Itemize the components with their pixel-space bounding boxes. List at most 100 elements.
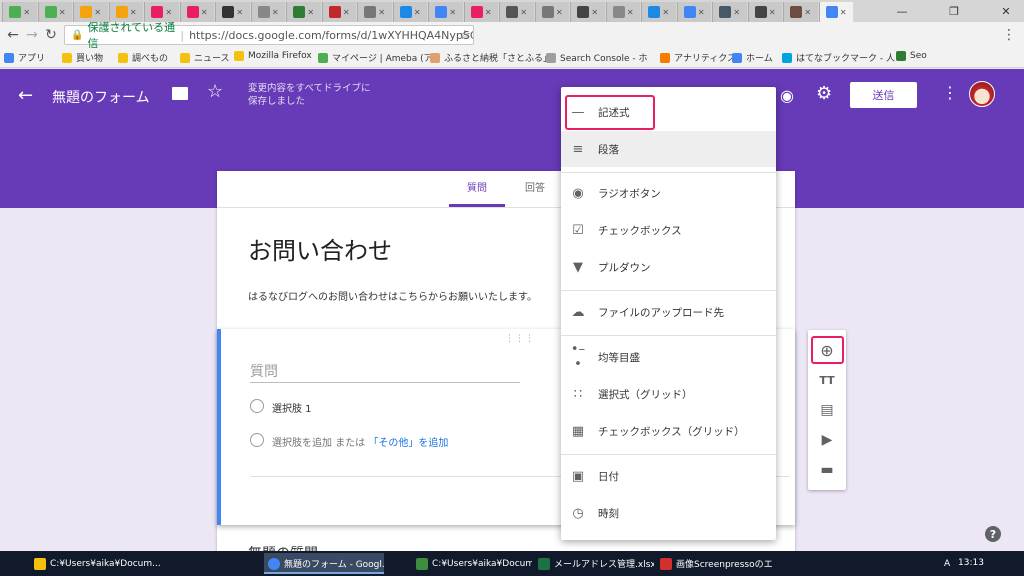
close-window-button[interactable]: ✕ [989,0,1023,22]
add-image-icon[interactable]: ▤ [808,395,846,425]
browser-tab[interactable]: ✕ [676,2,711,22]
taskbar-item-chrome[interactable]: 無題のフォーム - Googl... [264,553,384,574]
browser-tab[interactable]: ✕ [2,2,37,22]
menu-item-checkbox[interactable]: ☑ チェックボックス [561,212,776,248]
tab-close-icon[interactable]: ✕ [556,8,563,17]
question-title-input[interactable]: 質問 [250,361,520,383]
tab-close-icon[interactable]: ✕ [165,8,172,17]
bookmark-star-icon[interactable]: ☆ [456,26,474,44]
tab-close-icon[interactable]: ✕ [449,8,456,17]
back-arrow-icon[interactable]: ← [4,26,22,44]
tab-close-icon[interactable]: ✕ [627,8,634,17]
bookmark-shopping[interactable]: 買い物 [62,51,103,64]
forward-arrow-icon[interactable]: → [23,26,41,44]
tab-close-icon[interactable]: ✕ [698,8,705,17]
taskbar-item-screenpresso[interactable]: 画像Screenpressoのエ... [656,553,772,574]
option-1[interactable]: 選択肢 1 [272,400,312,415]
tab-questions[interactable]: 質問 [449,179,505,194]
tab-close-icon[interactable]: ✕ [307,8,314,17]
tab-close-icon[interactable]: ✕ [520,8,527,17]
tab-close-icon[interactable]: ✕ [591,8,598,17]
menu-item-file-upload[interactable]: ☁ ファイルのアップロード先 [561,294,776,330]
tab-close-icon[interactable]: ✕ [769,8,776,17]
browser-tab[interactable]: ✕ [357,2,392,22]
form-title[interactable]: お問い合わせ [248,231,392,266]
drag-handle-icon[interactable]: ⋮⋮⋮ [505,334,535,344]
form-description[interactable]: はるなびログへのお問い合わせはこちらからお願いいたします。 [248,288,537,303]
preview-eye-icon[interactable]: ◉ [780,86,794,105]
bookmark-analytics[interactable]: アナリティクス [660,51,736,64]
browser-tab[interactable]: ✕ [286,2,321,22]
tab-close-icon[interactable]: ✕ [272,8,279,17]
menu-item-linear-scale[interactable]: •–• 均等目盛 [561,339,776,375]
browser-tab[interactable]: ✕ [215,2,250,22]
bookmark-hatena[interactable]: はてなブックマーク - 人 [782,51,895,64]
tab-close-icon[interactable]: ✕ [733,8,740,17]
browser-tab[interactable]: ✕ [783,2,818,22]
menu-item-radio[interactable]: ◉ ラジオボタン [561,175,776,211]
form-name[interactable]: 無題のフォーム [52,87,150,107]
tab-close-icon[interactable]: ✕ [343,8,350,17]
tab-close-icon[interactable]: ✕ [414,8,421,17]
tab-close-icon[interactable]: ✕ [378,8,385,17]
browser-tab[interactable]: ✕ [712,2,747,22]
taskbar-clock[interactable]: 13:13 [958,558,984,568]
more-vert-icon[interactable]: ⋮ [942,83,958,102]
browser-tab[interactable]: ✕ [534,2,569,22]
tab-close-icon[interactable]: ✕ [23,8,30,17]
tab-close-icon[interactable]: ✕ [59,8,66,17]
browser-tab[interactable]: ✕ [747,2,782,22]
add-option-link[interactable]: 選択肢を追加 [272,438,332,449]
menu-item-multiple-choice-grid[interactable]: ∷ 選択式（グリッド） [561,376,776,412]
address-bar[interactable]: 🔒 保護されている通信 | https://docs.google.com/fo… [64,21,474,50]
add-title-icon[interactable]: TT [808,365,846,395]
bookmark-firefox[interactable]: Mozilla Firefox [234,51,312,61]
taskbar-item-explorer-2[interactable]: C:¥Users¥aika¥Docum... [412,553,532,574]
add-other-link[interactable]: 「その他」を追加 [368,438,448,449]
bookmark-research[interactable]: 調べもの [118,51,168,64]
send-button[interactable]: 送信 [850,82,917,108]
reload-icon[interactable]: ↻ [42,26,60,44]
tab-close-icon[interactable]: ✕ [840,8,847,17]
menu-item-time[interactable]: ◷ 時刻 [561,495,776,531]
menu-item-paragraph[interactable]: ≡ 段落 [561,131,776,167]
bookmark-search-console[interactable]: Search Console - ホ [546,51,647,64]
tab-responses[interactable]: 回答 [515,179,555,194]
tab-close-icon[interactable]: ✕ [485,8,492,17]
browser-tab[interactable]: ✕ [392,2,427,22]
star-icon[interactable]: ☆ [207,81,223,102]
tab-close-icon[interactable]: ✕ [804,8,811,17]
tab-close-icon[interactable]: ✕ [201,8,208,17]
bookmark-satofull[interactable]: ふるさと納税「さとふる」 [430,51,552,64]
browser-tab[interactable]: ✕ [570,2,605,22]
browser-tab[interactable]: ✕ [818,2,853,22]
browser-tab[interactable]: ✕ [179,2,214,22]
tab-close-icon[interactable]: ✕ [662,8,669,17]
tab-close-icon[interactable]: ✕ [236,8,243,17]
taskbar-item-explorer[interactable]: C:¥Users¥aika¥Docum... [30,553,160,574]
browser-tab[interactable]: ✕ [250,2,285,22]
browser-tab[interactable]: ✕ [428,2,463,22]
help-icon[interactable]: ? [985,526,1001,542]
browser-tab[interactable]: ✕ [605,2,640,22]
folder-icon[interactable] [172,87,188,100]
taskbar-item-excel[interactable]: メールアドレス管理.xlsx ... [534,553,654,574]
browser-tab[interactable]: ✕ [499,2,534,22]
bookmark-home[interactable]: ホーム [732,51,773,64]
avatar[interactable] [969,81,995,107]
settings-gear-icon[interactable]: ⚙ [816,83,832,104]
bookmark-seo[interactable]: Seo [896,51,927,61]
menu-dots-icon[interactable]: ⋮ [1000,26,1018,44]
menu-item-checkbox-grid[interactable]: ▦ チェックボックス（グリッド） [561,413,776,449]
menu-item-dropdown[interactable]: ▼ プルダウン [561,249,776,285]
bookmark-apps[interactable]: アプリ [4,51,45,64]
tab-close-icon[interactable]: ✕ [130,8,137,17]
menu-item-date[interactable]: ▣ 日付 [561,458,776,494]
browser-tab[interactable]: ✕ [641,2,676,22]
restore-button[interactable]: ❐ [937,0,971,22]
back-arrow-icon[interactable]: ← [18,85,33,106]
browser-tab[interactable]: ✕ [463,2,498,22]
bookmark-news[interactable]: ニュース [180,51,230,64]
tab-close-icon[interactable]: ✕ [94,8,101,17]
minimize-button[interactable]: — [885,0,919,22]
